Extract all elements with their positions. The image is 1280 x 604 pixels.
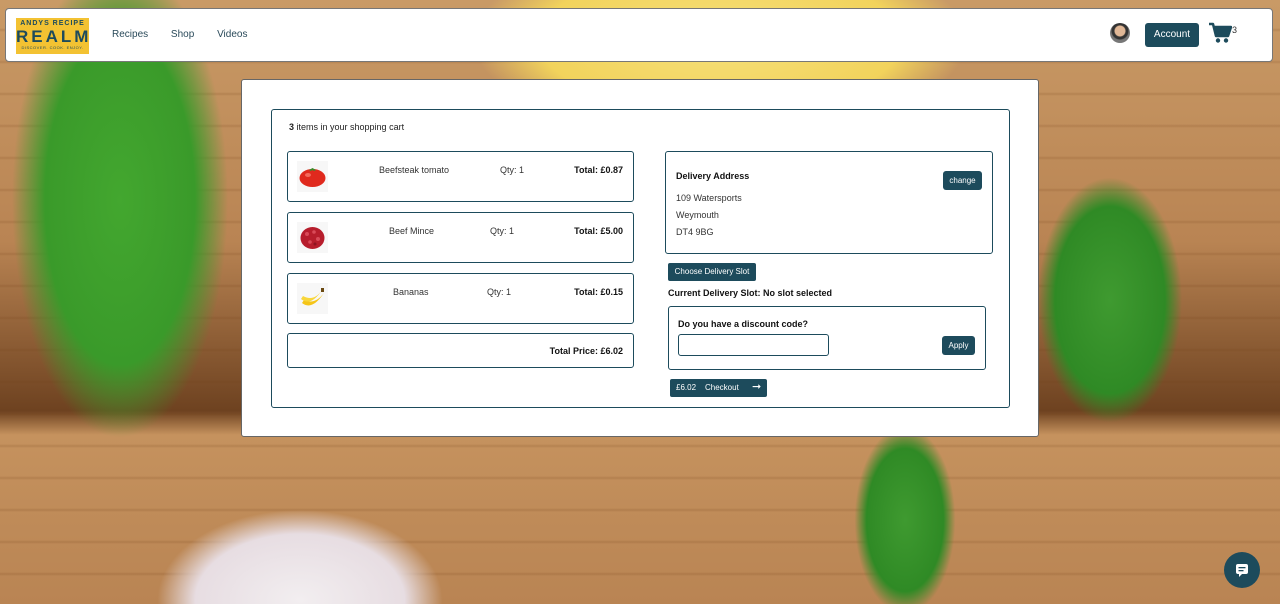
cart-container: 3 items in your shopping cart Beefsteak …	[271, 109, 1010, 408]
cart-item-qty: Qty: 1	[490, 226, 515, 236]
cart-item-qty: Qty: 1	[500, 165, 525, 175]
site-logo[interactable]: ANDYS RECIPE REALM DISCOVER. COOK. ENJOY…	[16, 18, 89, 54]
avatar[interactable]	[1110, 23, 1130, 43]
logo-line1: ANDYS RECIPE	[20, 20, 85, 27]
cart-icon[interactable]	[1208, 22, 1233, 49]
account-button[interactable]: Account	[1145, 23, 1199, 47]
arrow-right-icon: ➞	[752, 381, 762, 393]
site-header: ANDYS RECIPE REALM DISCOVER. COOK. ENJOY…	[5, 8, 1273, 62]
cart-item-total: Total: £5.00	[574, 226, 623, 236]
choose-delivery-slot-button[interactable]: Choose Delivery Slot	[668, 263, 756, 281]
discount-card: Do you have a discount code? Apply	[668, 306, 986, 370]
discount-question: Do you have a discount code?	[678, 319, 809, 329]
address-line2: Weymouth	[676, 210, 719, 220]
mince-icon	[297, 222, 328, 253]
discount-code-input[interactable]	[678, 334, 829, 356]
current-delivery-slot: Current Delivery Slot: No slot selected	[668, 288, 833, 298]
cart-item-qty: Qty: 1	[487, 287, 512, 297]
chat-button[interactable]	[1224, 552, 1260, 588]
cart-panel: 3 items in your shopping cart Beefsteak …	[241, 79, 1039, 437]
logo-line2: REALM	[16, 27, 92, 46]
checkout-button[interactable]: £6.02 Checkout ➞	[670, 379, 767, 397]
nav-item-videos[interactable]: Videos	[217, 29, 247, 40]
banana-icon	[297, 283, 328, 314]
cart-item: Bananas Qty: 1 Total: £0.15	[287, 273, 634, 324]
address-line3: DT4 9BG	[676, 227, 714, 237]
checkout-price: £6.02	[676, 383, 697, 392]
chat-icon	[1236, 564, 1248, 577]
apply-discount-button[interactable]: Apply	[942, 336, 975, 355]
cart-count-badge: 3	[1232, 25, 1238, 35]
cart-item-total: Total: £0.87	[574, 165, 623, 175]
cart-item-total: Total: £0.15	[574, 287, 623, 297]
delivery-address-card: Delivery Address change 109 Watersports …	[665, 151, 993, 254]
cart-item-name: Beef Mince	[389, 226, 435, 236]
delivery-address-title: Delivery Address	[676, 171, 750, 181]
tomato-icon	[297, 161, 328, 192]
total-price: Total Price: £6.02	[549, 346, 623, 356]
cart-item: Beefsteak tomato Qty: 1 Total: £0.87	[287, 151, 634, 202]
checkout-label: Checkout	[705, 383, 739, 392]
nav-item-shop[interactable]: Shop	[171, 29, 194, 40]
cart-summary: 3 items in your shopping cart	[289, 122, 404, 132]
cart-item-name: Beefsteak tomato	[379, 165, 450, 175]
cart-item-name: Bananas	[393, 287, 429, 297]
total-price-box: Total Price: £6.02	[287, 333, 634, 368]
address-line1: 109 Watersports	[676, 193, 742, 203]
main-nav: Recipes Shop Videos	[112, 29, 267, 40]
logo-line3: DISCOVER. COOK. ENJOY.	[21, 45, 84, 50]
cart-item: Beef Mince Qty: 1 Total: £5.00	[287, 212, 634, 263]
cart-summary-text: items in your shopping cart	[294, 122, 405, 132]
nav-item-recipes[interactable]: Recipes	[112, 29, 148, 40]
change-address-button[interactable]: change	[943, 171, 982, 190]
